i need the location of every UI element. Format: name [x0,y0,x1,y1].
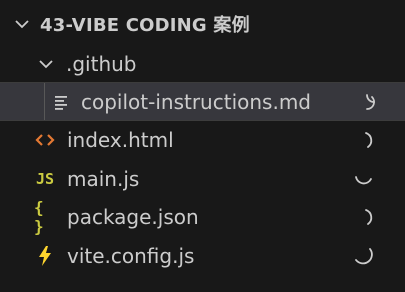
loading-spinner-icon [366,93,375,110]
file-label: vite.config.js [67,243,195,268]
indent-guide [44,83,45,120]
file-main-js[interactable]: JS main.js [0,159,405,198]
loading-spinner-icon [365,208,373,225]
file-label: main.js [67,166,140,191]
file-label: copilot-instructions.md [81,89,311,114]
loading-spinner-icon [365,131,373,148]
file-vite-config[interactable]: vite.config.js [0,236,405,275]
loading-spinner-icon [355,247,373,264]
chevron-down-icon[interactable] [36,54,56,74]
folder-label: .github [66,51,137,76]
javascript-icon: JS [35,169,55,188]
file-explorer: 43-VIBE CODING 案例 .github copilot-instru… [0,0,405,292]
file-label: index.html [67,127,174,152]
file-label: package.json [67,204,199,229]
root-folder-header[interactable]: 43-VIBE CODING 案例 [0,3,405,45]
file-index-html[interactable]: index.html [0,120,405,159]
loading-spinner-icon [355,175,372,184]
vite-icon [34,245,56,267]
json-icon: { } [34,197,44,236]
markdown-icon [51,91,73,113]
file-package-json[interactable]: { } package.json [0,197,405,236]
html-icon [34,129,56,151]
folder-github[interactable]: .github [0,44,405,83]
file-copilot-instructions[interactable]: copilot-instructions.md [0,82,405,121]
chevron-down-icon[interactable] [12,14,32,34]
root-folder-title: 43-VIBE CODING 案例 [40,15,250,36]
